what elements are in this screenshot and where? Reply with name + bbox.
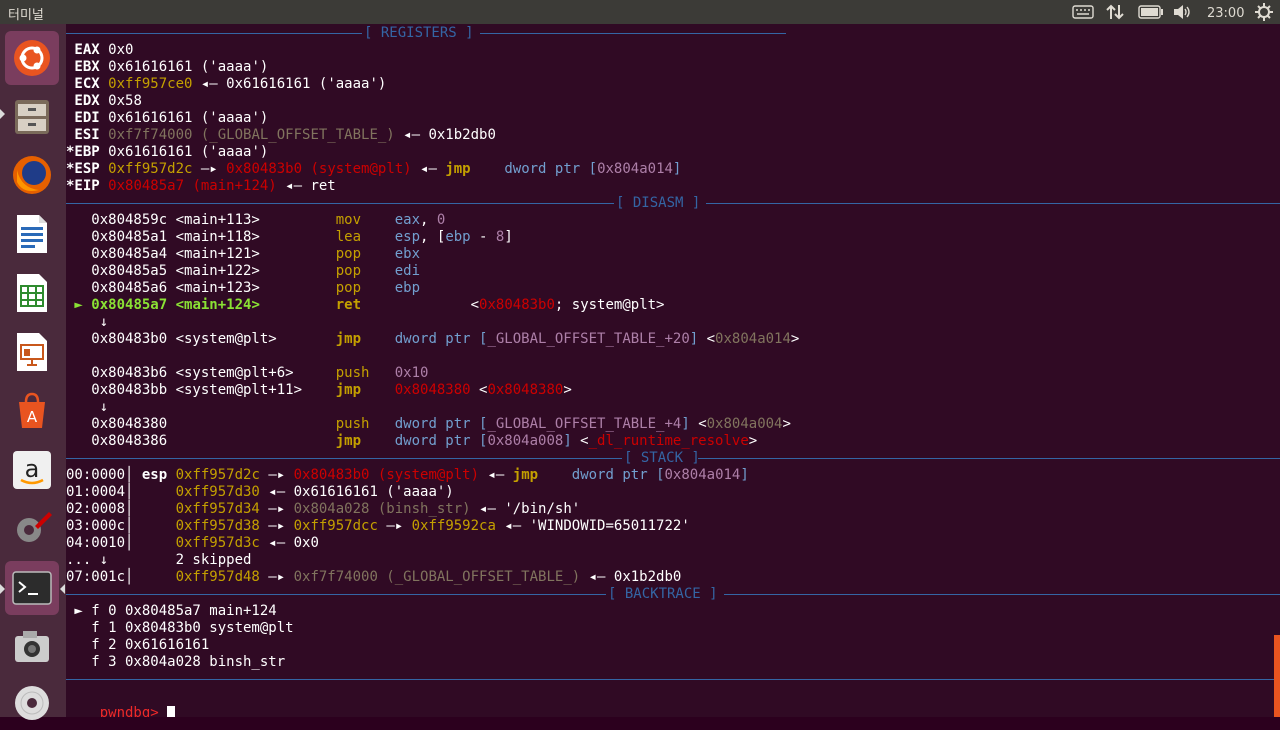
disasm-row: ↓ xyxy=(66,399,109,415)
svg-text:a: a xyxy=(25,455,40,483)
disasm-row: 0x8048386 jmp dword ptr [0x804a008] <_dl… xyxy=(66,433,758,449)
disasm-row: 0x80483bb <system@plt+11> jmp 0x8048380 … xyxy=(66,382,572,398)
cursor[interactable] xyxy=(167,705,176,717)
register-name: *EBP xyxy=(66,144,109,160)
system-settings-icon[interactable] xyxy=(5,502,59,556)
terminal-window[interactable]: [ REGISTERS ] [ DISASM ] [ STACK ] [ BAC… xyxy=(66,24,1280,717)
settings-gear-icon[interactable] xyxy=(1255,3,1273,21)
separator xyxy=(66,671,1280,688)
svg-text:A: A xyxy=(27,408,38,426)
stack-row: 01:0004│ 0xff957d30 ◂— 0x61616161 ('aaaa… xyxy=(66,484,454,500)
register-row: ESI 0xf7f74000 (_GLOBAL_OFFSET_TABLE_) ◂… xyxy=(66,127,496,143)
focused-indicator xyxy=(60,584,65,594)
register-name: EDI xyxy=(66,110,109,126)
top-panel: 터미널 23:00 xyxy=(0,0,1280,24)
register-name: EDX xyxy=(66,93,109,109)
register-row: *EIP 0x80485a7 (main+124) ◂— ret xyxy=(66,178,336,194)
register-name: *ESP xyxy=(66,161,109,177)
register-name: EAX xyxy=(66,42,109,58)
register-name: ESI xyxy=(66,127,109,143)
keyboard-icon[interactable] xyxy=(1072,3,1094,21)
stack-row: 07:001c│ 0xff957d48 —▸ 0xf7f74000 (_GLOB… xyxy=(66,569,682,585)
stack-row: 04:0010│ 0xff957d3c ◂— 0x0 xyxy=(66,535,319,551)
clock[interactable]: 23:00 xyxy=(1207,4,1244,22)
files-icon[interactable] xyxy=(5,90,59,144)
launcher: A a xyxy=(0,24,66,720)
register-row: EDI 0x61616161 ('aaaa') xyxy=(66,110,269,126)
prompt: pwndbg> xyxy=(99,705,168,717)
window-title: 터미널 xyxy=(8,8,44,23)
register-name: *EIP xyxy=(66,178,109,194)
disasm-row: 0x80485a6 <main+123> pop ebp xyxy=(66,280,421,296)
dvd-icon[interactable] xyxy=(5,676,59,730)
disasm-row: 0x80485a4 <main+121> pop ebx xyxy=(66,246,421,262)
disasm-row: 0x8048380 push dword ptr [_GLOBAL_OFFSET… xyxy=(66,416,791,432)
writer-icon[interactable] xyxy=(5,207,59,261)
disasm-row: ► 0x80485a7 <main+124> ret <0x80483b0; s… xyxy=(66,297,665,313)
command-line[interactable]: pwndbg> xyxy=(66,688,176,717)
terminal-icon[interactable] xyxy=(5,561,59,615)
register-name: EBX xyxy=(66,59,109,75)
backtrace-row: f 3 0x804a028 binsh_str xyxy=(66,654,286,670)
registers-header: [ REGISTERS ] xyxy=(66,25,1280,42)
register-row: EAX 0x0 xyxy=(66,42,134,58)
stack-row: ... ↓ 2 skipped xyxy=(66,552,252,568)
firefox-icon[interactable] xyxy=(5,148,59,202)
disasm-header: [ DISASM ] xyxy=(66,195,1280,212)
software-center-icon[interactable]: A xyxy=(5,384,59,438)
scrollbar-indicator[interactable] xyxy=(1274,635,1280,717)
register-row: *EBP 0x61616161 ('aaaa') xyxy=(66,144,269,160)
amazon-icon[interactable]: a xyxy=(5,443,59,497)
disasm-row: 0x80483b0 <system@plt> jmp dword ptr [_G… xyxy=(66,331,800,347)
volume-icon[interactable] xyxy=(1172,3,1192,21)
backtrace-row: f 2 0x61616161 xyxy=(66,637,210,653)
register-row: EDX 0x58 xyxy=(66,93,142,109)
disasm-row: 0x80485a5 <main+122> pop edi xyxy=(66,263,421,279)
backtrace-header: [ BACKTRACE ] xyxy=(66,586,1280,603)
register-row: *ESP 0xff957d2c —▸ 0x80483b0 (system@plt… xyxy=(66,161,682,177)
battery-icon[interactable] xyxy=(1138,3,1164,21)
backtrace-row: f 1 0x80483b0 system@plt xyxy=(66,620,294,636)
calc-icon[interactable] xyxy=(5,266,59,320)
stack-row: 02:0008│ 0xff957d34 —▸ 0x804a028 (binsh_… xyxy=(66,501,581,517)
camera-icon[interactable] xyxy=(5,620,59,674)
impress-icon[interactable] xyxy=(5,325,59,379)
network-icon[interactable] xyxy=(1105,3,1125,21)
disasm-row: 0x804859c <main+113> mov eax, 0 xyxy=(66,212,446,228)
disasm-row: ↓ xyxy=(66,314,109,330)
register-row: EBX 0x61616161 ('aaaa') xyxy=(66,59,269,75)
register-name: ECX xyxy=(66,76,109,92)
register-row: ECX 0xff957ce0 ◂— 0x61616161 ('aaaa') xyxy=(66,76,387,92)
disasm-row: 0x80485a1 <main+118> lea esp, [ebp - 8] xyxy=(66,229,513,245)
disasm-row: 0x80483b6 <system@plt+6> push 0x10 xyxy=(66,365,429,381)
backtrace-row: ► f 0 0x80485a7 main+124 xyxy=(66,603,277,619)
stack-header: [ STACK ] xyxy=(66,450,1280,467)
stack-row: 00:0000│ esp 0xff957d2c —▸ 0x80483b0 (sy… xyxy=(66,467,749,483)
stack-row: 03:000c│ 0xff957d38 —▸ 0xff957dcc —▸ 0xf… xyxy=(66,518,690,534)
ubuntu-dash-icon[interactable] xyxy=(5,31,59,85)
